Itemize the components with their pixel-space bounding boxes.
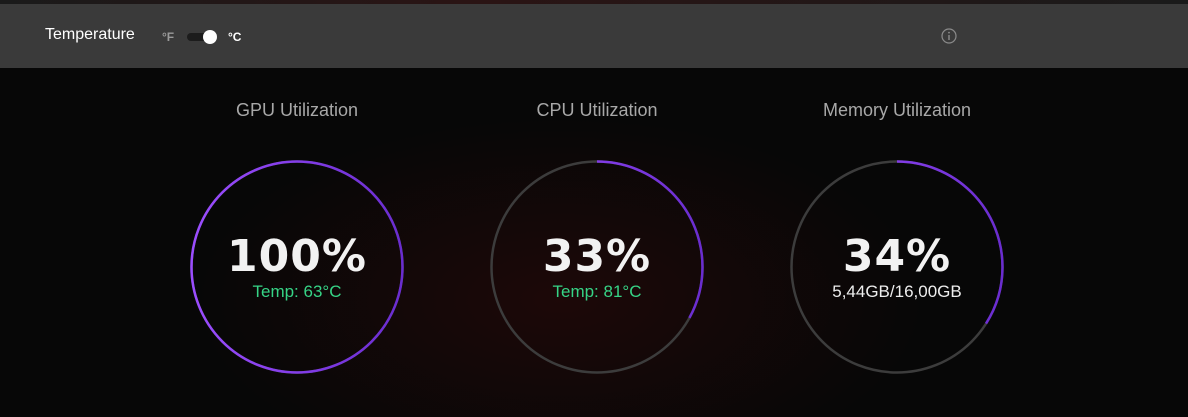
fahrenheit-label[interactable]: °F — [162, 30, 174, 44]
toggle-knob[interactable] — [203, 30, 217, 44]
metric-value: 34% — [842, 231, 952, 282]
metric-value: 33% — [542, 231, 652, 282]
gpu-temperature: Temp: 63°C — [252, 282, 342, 301]
metric-value: 100% — [227, 231, 367, 282]
gpu-utilization-card: GPU Utilization 100% Temp: 63°C — [147, 68, 447, 417]
cpu-temperature: Temp: 81°C — [552, 282, 642, 301]
cpu-utilization-card: CPU Utilization 33% Temp: 81°C — [447, 68, 747, 417]
temperature-unit-toggle[interactable] — [187, 30, 219, 44]
info-circle-icon[interactable] — [941, 28, 957, 44]
metric-title: Memory Utilization — [822, 100, 972, 120]
celsius-label[interactable]: °C — [228, 30, 241, 44]
memory-usage: 5,44GB/16,00GB — [832, 282, 962, 301]
metric-title: CPU Utilization — [536, 100, 658, 120]
metric-title: GPU Utilization — [235, 100, 359, 120]
app-window: Temperature °F °C GPU Utilization 100% T… — [0, 0, 1188, 417]
memory-utilization-card: Memory Utilization 34% 5,44GB/16,00GB — [747, 68, 1047, 417]
temperature-label: Temperature — [45, 26, 135, 43]
temperature-header-bar: Temperature °F °C — [0, 4, 1188, 68]
